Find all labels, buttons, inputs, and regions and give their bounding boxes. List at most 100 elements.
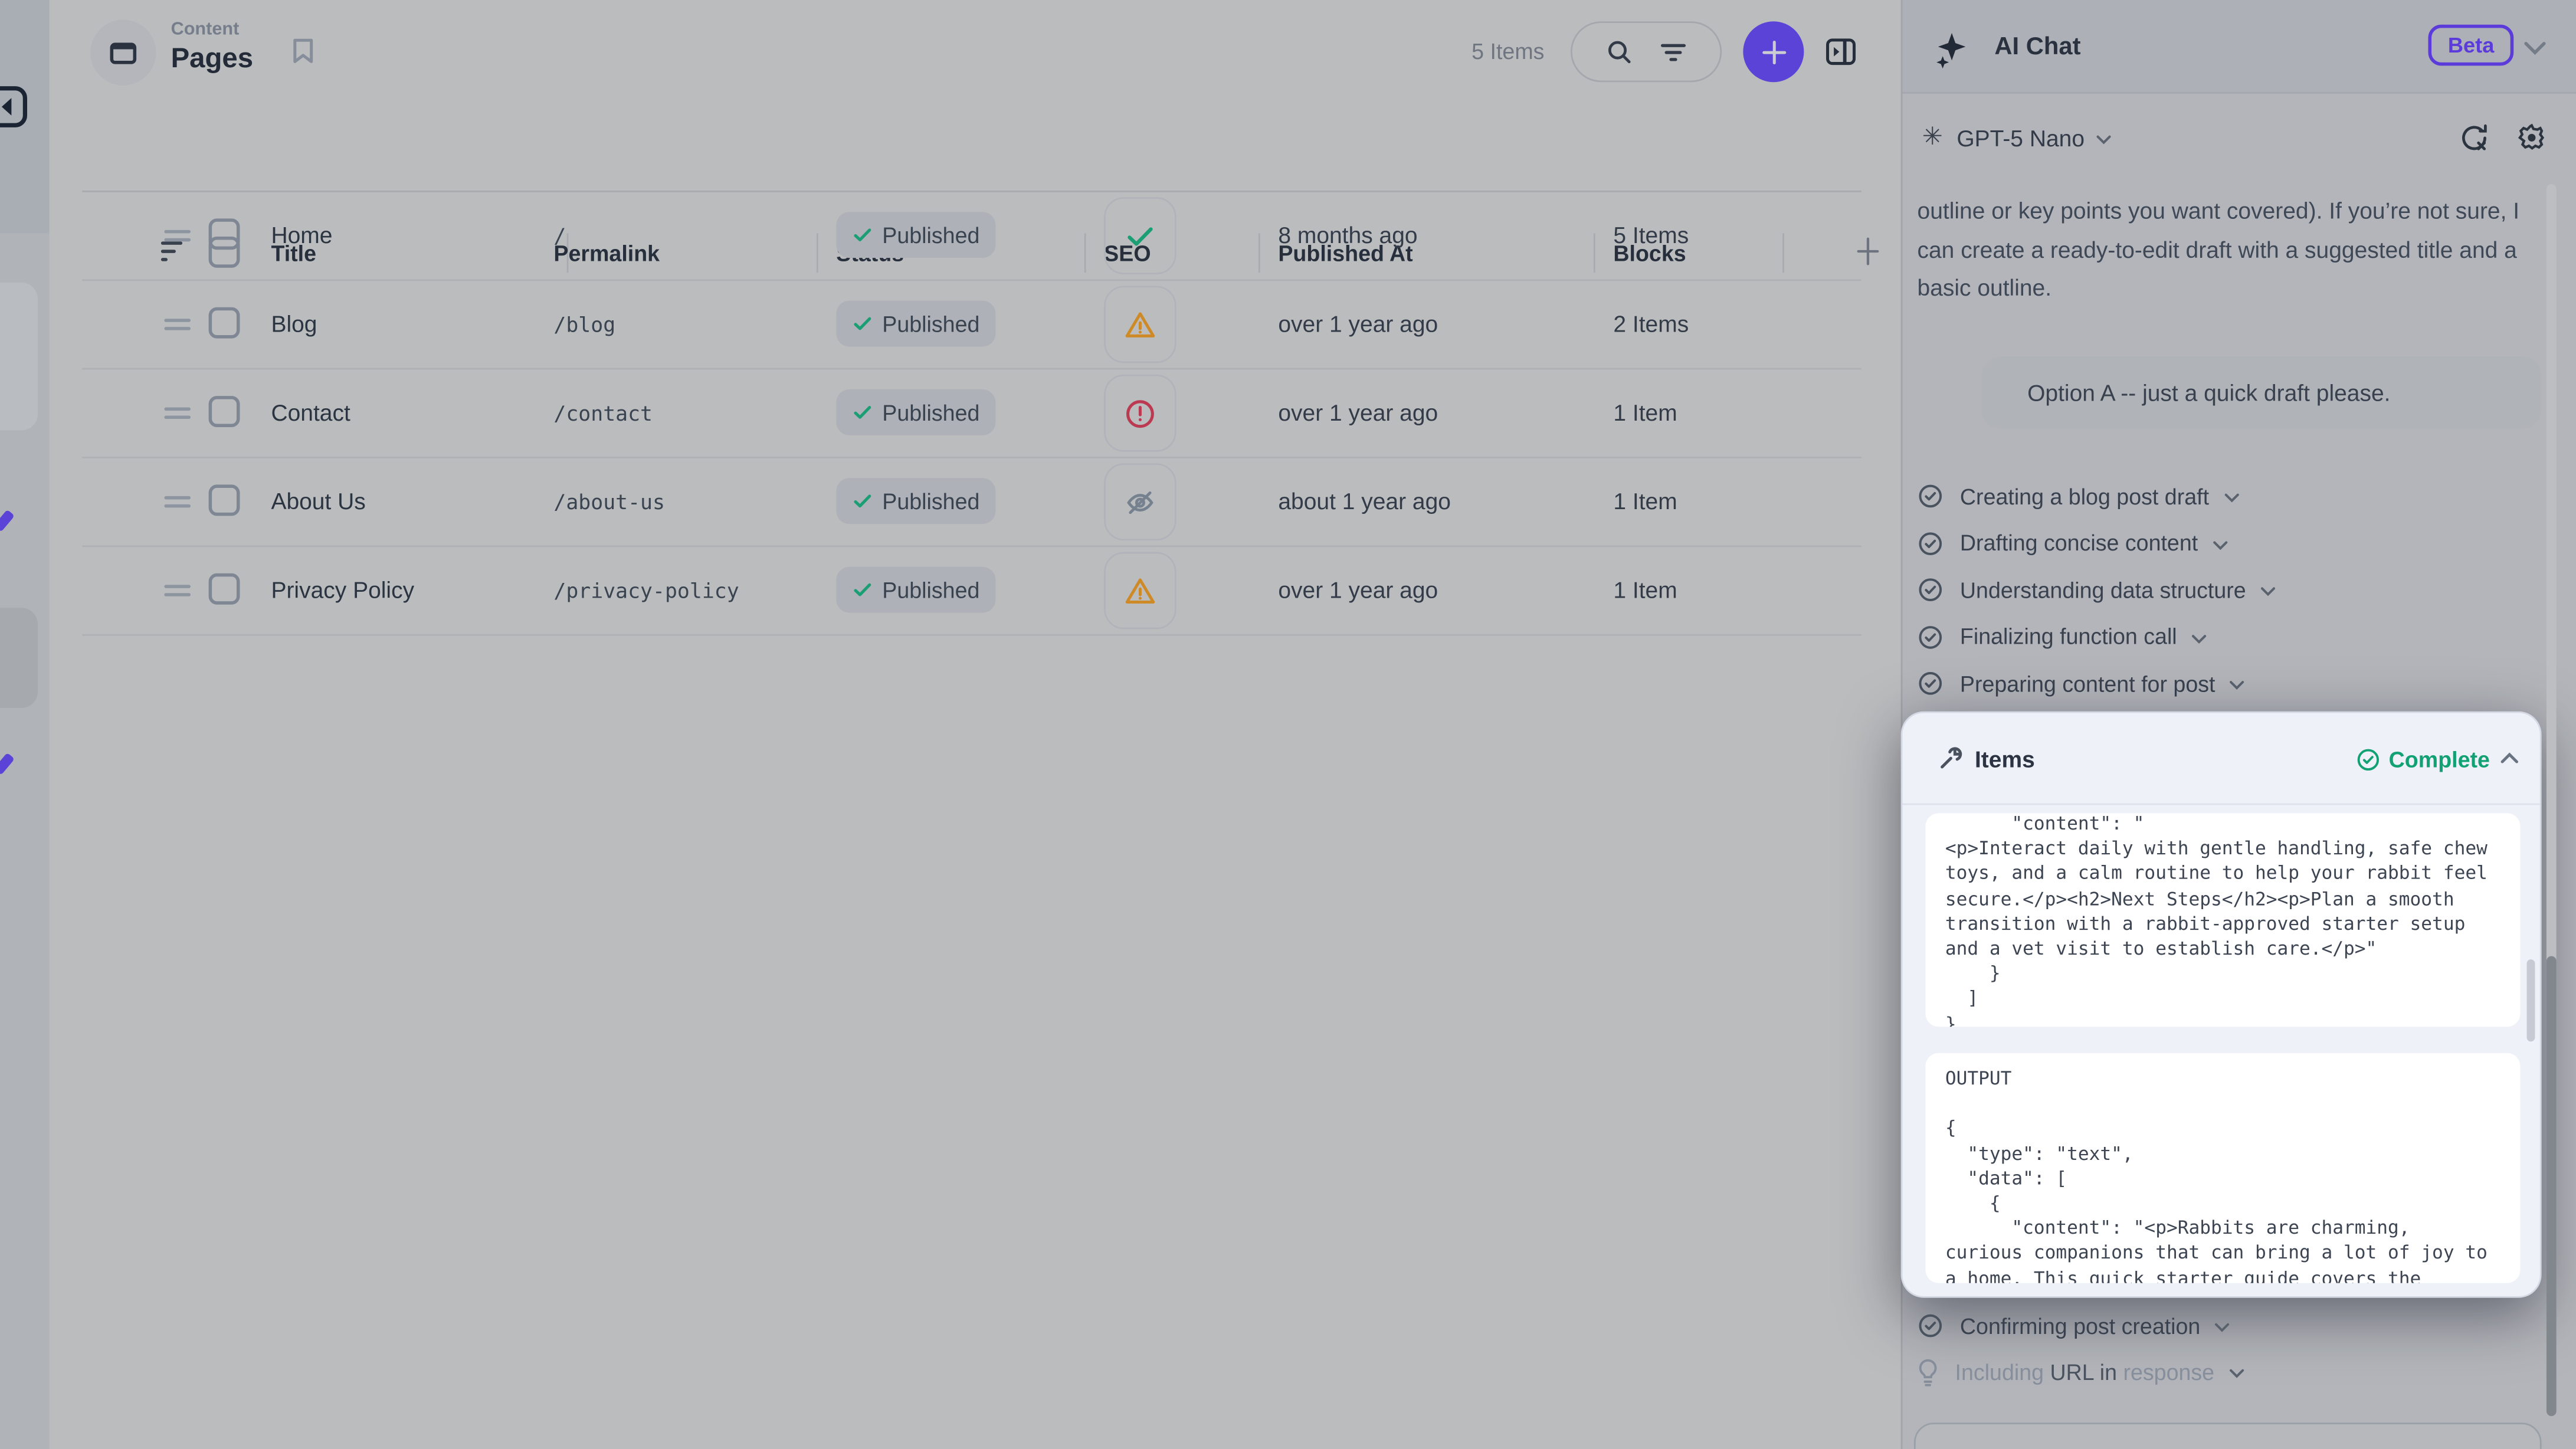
chevron-up-icon[interactable] <box>2500 752 2519 763</box>
chevron-down-icon[interactable] <box>2523 41 2546 56</box>
chevron-down-icon <box>2096 135 2111 145</box>
seo-status-button[interactable] <box>1104 197 1176 274</box>
table-header: Title Permalink Status SEO Published At … <box>82 105 1861 192</box>
create-item-button[interactable] <box>1743 21 1804 82</box>
published-at-cell: 8 months ago <box>1278 222 1417 248</box>
task-item[interactable]: Including URL in response <box>1918 1349 2244 1395</box>
seo-status-button[interactable] <box>1104 463 1176 540</box>
permalink-cell: /privacy-policy <box>553 578 739 603</box>
drag-handle-icon[interactable] <box>164 319 191 330</box>
task-item[interactable]: Drafting concise content <box>1918 520 2228 566</box>
task-item[interactable]: Understanding data structure <box>1918 567 2276 613</box>
user-message-text: Option A -- just a quick draft please. <box>2027 379 2390 406</box>
search-icon[interactable] <box>1605 38 1633 65</box>
seo-warning-icon <box>1124 574 1157 607</box>
row-checkbox[interactable] <box>209 307 240 339</box>
table-row[interactable]: Contact /contact Published over 1 year a… <box>82 368 1861 458</box>
task-item[interactable]: Creating a blog post draft <box>1918 473 2239 519</box>
openai-logo-icon: ✳ <box>1922 122 1943 151</box>
sidebar-item[interactable] <box>0 283 38 431</box>
drag-handle-icon[interactable] <box>164 585 191 596</box>
model-selector[interactable]: GPT-5 Nano <box>1956 125 2110 152</box>
clear-history-icon[interactable] <box>2459 123 2489 153</box>
table-row[interactable]: About Us /about-us Published about 1 yea… <box>82 457 1861 547</box>
tool-output-json: OUTPUT { "type": "text", "data": [ { "co… <box>1945 1066 2500 1283</box>
collection-icon-button[interactable] <box>90 19 156 85</box>
published-at-cell: about 1 year ago <box>1278 488 1451 514</box>
check-circle-icon <box>1918 483 1944 510</box>
tool-card-header[interactable]: Items Complete <box>1902 713 2539 805</box>
published-at-cell: over 1 year ago <box>1278 310 1438 337</box>
items-count: 5 Items <box>1459 40 1545 64</box>
drag-handle-icon[interactable] <box>164 408 191 419</box>
tool-output-block[interactable]: OUTPUT { "type": "text", "data": [ { "co… <box>1925 1053 2520 1283</box>
drag-handle-icon[interactable] <box>164 496 191 507</box>
row-checkbox[interactable] <box>209 484 240 516</box>
seo-status-button[interactable] <box>1104 286 1176 363</box>
published-at-cell: over 1 year ago <box>1278 576 1438 603</box>
permalink-cell: / <box>553 224 566 248</box>
ai-sparkle-icon <box>1932 31 1970 69</box>
lightbulb-icon <box>1918 1356 1939 1388</box>
page-title-cell[interactable]: Home <box>271 222 332 248</box>
chevron-down-icon <box>2192 633 2207 643</box>
sidebar-item[interactable] <box>0 608 38 708</box>
card-scrollbar-thumb[interactable] <box>2527 959 2535 1041</box>
table-row[interactable]: Privacy Policy /privacy-policy Published… <box>82 545 1861 635</box>
app-window: Content Pages 5 Items <box>0 0 2576 1449</box>
panel-scrollbar-thumb[interactable] <box>2546 956 2557 1417</box>
sidebar-check-icon <box>0 753 15 775</box>
beta-badge: Beta <box>2428 25 2513 66</box>
check-circle-icon <box>1918 530 1944 556</box>
seo-hidden-icon <box>1124 486 1157 519</box>
chevron-down-icon <box>2215 1323 2230 1333</box>
check-circle-icon <box>1918 576 1944 603</box>
tool-card-title: Items <box>1975 746 2035 772</box>
drag-handle-icon[interactable] <box>164 230 191 241</box>
published-check-icon <box>853 491 872 511</box>
table-row[interactable]: Blog /blog Published over 1 year ago 2 I… <box>82 279 1861 369</box>
published-check-icon <box>853 580 872 599</box>
status-badge: Published <box>836 389 996 435</box>
blocks-cell: 1 Item <box>1613 399 1677 426</box>
published-check-icon <box>853 402 872 422</box>
chevron-down-icon <box>2213 540 2227 550</box>
task-item[interactable]: Confirming post creation <box>1918 1303 2230 1349</box>
page-title: Pages <box>171 42 253 76</box>
chevron-down-icon <box>2229 1368 2244 1378</box>
published-check-icon <box>853 225 872 244</box>
table-row[interactable]: Home / Published 8 months ago 5 Items <box>82 191 1861 281</box>
status-badge: Published <box>836 212 996 258</box>
seo-status-button[interactable] <box>1104 552 1176 630</box>
ai-chat-title: AI Chat <box>1994 33 2080 61</box>
bookmark-icon[interactable] <box>293 38 314 64</box>
blocks-cell: 5 Items <box>1613 222 1689 248</box>
task-item[interactable]: Preparing content for post <box>1918 660 2245 706</box>
seo-status-button[interactable] <box>1104 375 1176 452</box>
page-title-cell[interactable]: Blog <box>271 310 317 337</box>
tool-card-status: Complete <box>2389 748 2490 772</box>
row-checkbox[interactable] <box>209 218 240 250</box>
seo-check-icon <box>1124 219 1157 253</box>
left-sidebar <box>0 0 51 1449</box>
task-item[interactable]: Finalizing function call <box>1918 614 2207 660</box>
page-title-cell[interactable]: Privacy Policy <box>271 576 414 603</box>
filter-icon[interactable] <box>1659 38 1687 65</box>
page-title-cell[interactable]: Contact <box>271 399 350 426</box>
plus-icon <box>1759 37 1788 67</box>
page-title-cell[interactable]: About Us <box>271 488 365 514</box>
main-content: Content Pages 5 Items <box>50 0 1901 1449</box>
permalink-cell: /contact <box>553 401 653 425</box>
gear-icon[interactable] <box>2517 123 2546 153</box>
row-checkbox[interactable] <box>209 573 240 605</box>
ai-chat-panel: AI Chat Beta ✳ GPT-5 Nano <box>1901 0 2576 1449</box>
tool-input-block[interactable]: "content": " <p>Interact daily with gent… <box>1925 813 2520 1027</box>
assistant-message: outline or key points you want covered).… <box>1918 192 2539 308</box>
chevron-down-icon <box>2224 493 2239 503</box>
check-circle-icon <box>1918 624 1944 650</box>
chat-input[interactable] <box>1914 1422 2542 1449</box>
row-checkbox[interactable] <box>209 396 240 427</box>
toggle-right-panel-icon[interactable] <box>1826 36 1857 67</box>
chevron-down-icon <box>2230 680 2245 690</box>
collapse-sidebar-icon[interactable] <box>0 86 28 128</box>
